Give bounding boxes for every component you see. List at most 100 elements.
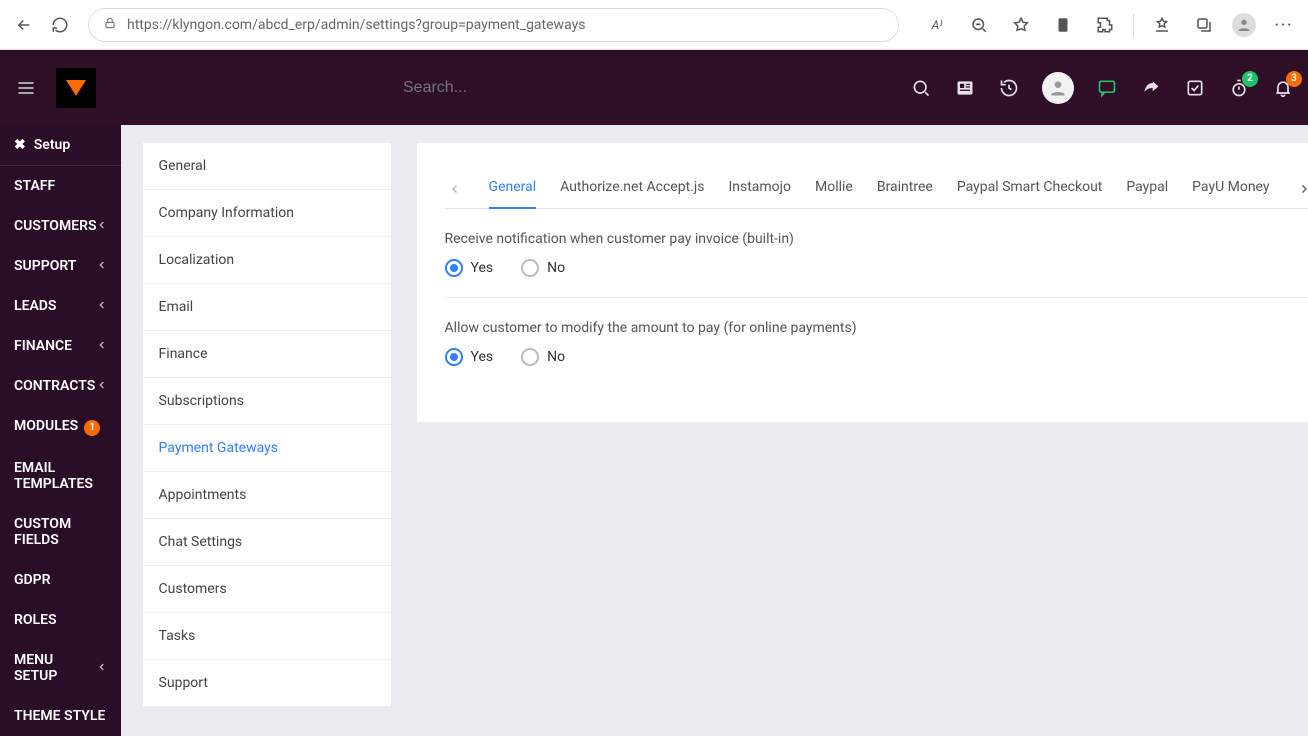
tab[interactable]: Mollie <box>815 169 853 208</box>
sidebar-badge: 1 <box>84 420 100 436</box>
user-avatar[interactable] <box>1042 72 1074 104</box>
sidebar-item-label: GDPR <box>14 572 51 588</box>
settings-nav-item[interactable]: Tasks <box>143 613 391 660</box>
notify-no-radio[interactable]: No <box>521 259 565 277</box>
sidebar-item[interactable]: SUPPORT <box>0 246 121 286</box>
sidebar-item[interactable]: LEADS <box>0 286 121 326</box>
sidebar-item[interactable]: STAFF <box>0 166 121 206</box>
sidebar-item-label: FINANCE <box>14 338 72 354</box>
sidebar-item-label: CONTRACTS <box>14 378 95 394</box>
sidebar-item-label: CUSTOMERS <box>14 218 97 234</box>
setting-notify-label: Receive notification when customer pay i… <box>445 231 1308 247</box>
sidebar-item[interactable]: FINANCE <box>0 326 121 366</box>
collections-icon[interactable] <box>1190 11 1218 39</box>
sidebar-item[interactable]: CONTRACTS <box>0 366 121 406</box>
search-input[interactable] <box>403 79 603 97</box>
radio-label: Yes <box>471 260 494 276</box>
tab[interactable]: PayU Money <box>1192 169 1269 208</box>
sidebar-item[interactable]: MENU SETUP <box>0 640 121 696</box>
extension-icon[interactable] <box>1091 11 1119 39</box>
settings-nav-item[interactable]: Appointments <box>143 472 391 519</box>
notify-yes-radio[interactable]: Yes <box>445 259 494 277</box>
settings-nav-item[interactable]: Chat Settings <box>143 519 391 566</box>
tab[interactable]: Paypal <box>1126 169 1168 208</box>
tab[interactable]: Braintree <box>877 169 933 208</box>
sidebar-item-label: MENU SETUP <box>14 652 97 684</box>
sidebar: ✖ Setup STAFF CUSTOMERS SUPPORT LEADS FINANC… <box>0 125 121 736</box>
task-check-icon[interactable] <box>1184 77 1206 99</box>
sidebar-item[interactable]: GDPR <box>0 560 121 600</box>
setting-notify: Receive notification when customer pay i… <box>445 209 1308 298</box>
sidebar-item[interactable]: CUSTOM FIELDS <box>0 504 121 560</box>
chevron-left-icon <box>97 259 107 273</box>
modify-no-radio[interactable]: No <box>521 348 565 366</box>
settings-nav-item[interactable]: Localization <box>143 237 391 284</box>
chevron-left-icon <box>97 219 107 233</box>
zoom-out-icon[interactable] <box>965 11 993 39</box>
sidebar-item-label: ROLES <box>14 612 57 628</box>
bell-icon[interactable]: 3 <box>1272 77 1294 99</box>
stopwatch-icon[interactable]: 2 <box>1228 77 1250 99</box>
history-icon[interactable] <box>998 77 1020 99</box>
tab[interactable]: Authorize.net Accept.js <box>560 169 704 208</box>
tablet-icon[interactable] <box>1049 11 1077 39</box>
refresh-button[interactable] <box>46 11 74 39</box>
search-icon[interactable] <box>910 77 932 99</box>
sidebar-item[interactable]: ROLES <box>0 600 121 640</box>
sidebar-item[interactable]: CUSTOMERS <box>0 206 121 246</box>
read-aloud-icon[interactable]: A⁾ <box>923 11 951 39</box>
bell-badge: 3 <box>1286 71 1302 87</box>
chevron-left-icon <box>97 661 107 675</box>
tab-scroll-left[interactable] <box>445 183 465 195</box>
news-icon[interactable] <box>954 77 976 99</box>
sidebar-header-label: Setup <box>34 137 70 153</box>
radio-label: Yes <box>471 349 494 365</box>
settings-nav-item[interactable]: Support <box>143 660 391 707</box>
settings-nav-item[interactable]: General <box>143 143 391 190</box>
chevron-left-icon <box>97 339 107 353</box>
chevron-left-icon <box>97 379 107 393</box>
settings-nav-item[interactable]: Subscriptions <box>143 378 391 425</box>
settings-panel: General Authorize.net Accept.js Instamojo M… <box>417 143 1308 422</box>
tab[interactable]: General <box>489 169 537 209</box>
settings-nav-item[interactable]: Payment Gateways <box>143 425 391 472</box>
profile-icon[interactable] <box>1232 13 1256 37</box>
favorites-list-icon[interactable] <box>1148 11 1176 39</box>
sidebar-item[interactable]: MODULES1 <box>0 406 121 448</box>
tab[interactable]: Paypal Smart Checkout <box>957 169 1103 208</box>
tab-scroll-right[interactable] <box>1294 183 1308 195</box>
setting-modify: Allow customer to modify the amount to p… <box>445 298 1308 386</box>
modify-yes-radio[interactable]: Yes <box>445 348 494 366</box>
settings-nav-item[interactable]: Customers <box>143 566 391 613</box>
setting-modify-label: Allow customer to modify the amount to p… <box>445 320 1308 336</box>
stopwatch-badge: 2 <box>1242 71 1258 87</box>
app-topbar: 2 3 <box>0 50 1308 125</box>
logo-triangle-icon <box>66 80 86 96</box>
sidebar-item[interactable]: THEME STYLE <box>0 696 121 736</box>
tab[interactable]: Instamojo <box>728 169 791 208</box>
menu-toggle-icon[interactable] <box>14 78 38 98</box>
sidebar-item-label: SUPPORT <box>14 258 76 274</box>
settings-nav-item[interactable]: Company Information <box>143 190 391 237</box>
sidebar-item-label: THEME STYLE <box>14 708 105 724</box>
app-logo[interactable] <box>56 68 96 108</box>
browser-right-icons: A⁾ ··· <box>923 11 1298 39</box>
settings-nav-item[interactable]: Finance <box>143 331 391 378</box>
divider <box>1133 14 1134 36</box>
radio-label: No <box>547 260 565 276</box>
chevron-left-icon <box>97 299 107 313</box>
url-text: https://klyngon.com/abcd_erp/admin/setti… <box>127 17 884 33</box>
back-button[interactable] <box>10 11 38 39</box>
share-icon[interactable] <box>1140 77 1162 99</box>
sidebar-item-label: LEADS <box>14 298 56 314</box>
chat-icon[interactable] <box>1096 77 1118 99</box>
sidebar-item[interactable]: EMAIL TEMPLATES <box>0 448 121 504</box>
close-icon: ✖ <box>14 137 26 153</box>
address-bar[interactable]: https://klyngon.com/abcd_erp/admin/setti… <box>88 8 899 42</box>
sidebar-header[interactable]: ✖ Setup <box>0 125 121 166</box>
favorite-icon[interactable] <box>1007 11 1035 39</box>
more-icon[interactable]: ··· <box>1270 11 1298 39</box>
content-area: GeneralCompany InformationLocalizationEm… <box>121 125 1308 736</box>
browser-bar: https://klyngon.com/abcd_erp/admin/setti… <box>0 0 1308 50</box>
settings-nav-item[interactable]: Email <box>143 284 391 331</box>
